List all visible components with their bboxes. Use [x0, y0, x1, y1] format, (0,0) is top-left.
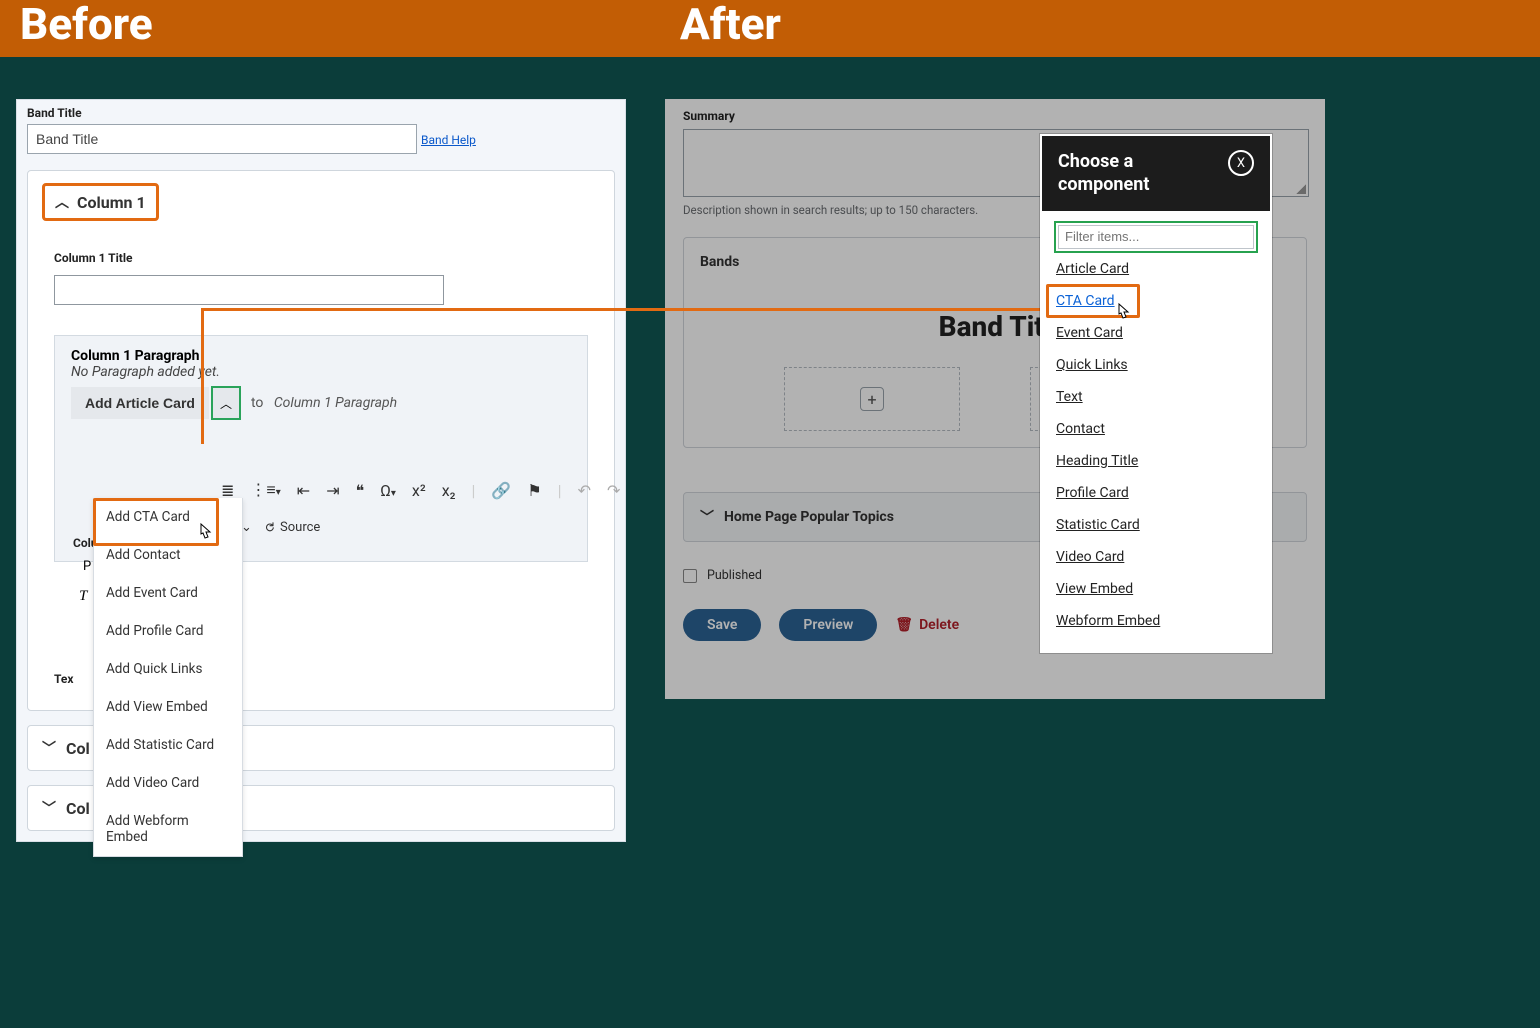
superscript-icon[interactable]: x²: [412, 481, 426, 500]
filter-input-highlight: [1054, 221, 1258, 253]
source-icon: ⟳: [262, 518, 280, 536]
band-help-link[interactable]: Band Help: [421, 133, 476, 147]
cursor-icon: [1113, 302, 1133, 328]
chevron-down-icon: ﹀: [42, 738, 56, 758]
p-partial: P: [83, 559, 91, 574]
modal-item-viewembed[interactable]: View Embed: [1054, 573, 1258, 605]
dropdown-item-quicklinks[interactable]: Add Quick Links: [94, 650, 242, 688]
before-panel: Band Title Band Help ︿ Column 1 Column 1…: [16, 99, 626, 842]
modal-item-video[interactable]: Video Card: [1054, 541, 1258, 573]
modal-item-cta[interactable]: CTA Card: [1054, 285, 1258, 317]
tex-partial-label: Tex: [54, 672, 73, 686]
modal-item-heading[interactable]: Heading Title: [1054, 445, 1258, 477]
filter-input[interactable]: [1058, 225, 1254, 249]
header-after-label: After: [680, 0, 781, 50]
modal-item-event[interactable]: Event Card: [1054, 317, 1258, 349]
add-article-card-button[interactable]: Add Article Card: [71, 387, 209, 419]
cursor-icon: [195, 522, 215, 549]
t-styled-partial: T: [79, 588, 87, 605]
redo-icon[interactable]: ↷: [607, 481, 620, 500]
omega-icon[interactable]: Ω▾: [380, 481, 396, 500]
modal-close-button[interactable]: X: [1228, 150, 1254, 176]
col-collapsed-label: Col: [66, 799, 90, 818]
c1-paragraph-empty: No Paragraph added yet.: [71, 364, 571, 380]
modal-title: Choose a component: [1058, 150, 1198, 197]
dropdown-item-contact[interactable]: Add Contact: [94, 536, 242, 574]
modal-item-profile[interactable]: Profile Card: [1054, 477, 1258, 509]
list-icon[interactable]: ≣: [221, 481, 234, 500]
chevron-up-icon: ︿: [220, 395, 232, 412]
dropdown-item-event[interactable]: Add Event Card: [94, 574, 242, 612]
modal-item-quicklinks[interactable]: Quick Links: [1054, 349, 1258, 381]
comparison-header: Before After: [0, 0, 1540, 57]
to-label: to: [251, 395, 263, 411]
col-collapsed-label: Col: [66, 739, 90, 758]
modal-header: Choose a component X: [1042, 136, 1270, 211]
column1-title-input[interactable]: [54, 275, 444, 305]
outdent-icon[interactable]: ⇤: [297, 481, 310, 500]
band-title-label: Band Title: [27, 106, 615, 120]
modal-item-article[interactable]: Article Card: [1054, 253, 1258, 285]
modal-item-webform[interactable]: Webform Embed: [1054, 605, 1258, 637]
subscript-icon[interactable]: x₂: [442, 481, 456, 500]
indent-icon[interactable]: ⇥: [326, 481, 339, 500]
close-icon: X: [1237, 156, 1245, 171]
chevron-up-icon: ︿: [55, 192, 69, 212]
chevron-down-icon: ﹀: [42, 798, 56, 818]
modal-item-contact[interactable]: Contact: [1054, 413, 1258, 445]
column1-collapse-toggle[interactable]: ︿ Column 1: [42, 183, 159, 221]
link-icon[interactable]: 🔗: [491, 481, 511, 500]
modal-item-statistic[interactable]: Statistic Card: [1054, 509, 1258, 541]
column1-header-label: Column 1: [77, 193, 146, 212]
source-button[interactable]: ⟳ Source: [266, 520, 320, 535]
editor-toolbar-partial: ≣ ⋮≡▾ ⇤ ⇥ ❝ Ω▾ x² x₂ | 🔗 ⚑ | ↶ ↷: [71, 480, 571, 500]
dropdown-item-webform[interactable]: Add Webform Embed: [94, 802, 242, 856]
flag-icon[interactable]: ⚑: [527, 481, 541, 500]
header-before-label: Before: [20, 0, 153, 50]
column1-title-label: Column 1 Title: [54, 251, 588, 265]
c1-paragraph-title: Column 1 Paragraph: [71, 348, 571, 364]
dropdown-item-statistic[interactable]: Add Statistic Card: [94, 726, 242, 764]
dropdown-item-cta[interactable]: Add CTA Card: [94, 498, 242, 536]
band-title-input[interactable]: [27, 124, 417, 154]
add-card-dropdown-toggle[interactable]: ︿: [211, 386, 241, 420]
add-card-dropdown: Add CTA Card Add Contact Add Event Card …: [93, 498, 243, 857]
to-target: Column 1 Paragraph: [274, 395, 397, 411]
quote-icon[interactable]: ❝: [356, 481, 365, 500]
dropdown-item-viewembed[interactable]: Add View Embed: [94, 688, 242, 726]
choose-component-modal: Choose a component X Article Card CTA Ca…: [1040, 134, 1272, 653]
dropdown-item-profile[interactable]: Add Profile Card: [94, 612, 242, 650]
dropdown-item-video[interactable]: Add Video Card: [94, 764, 242, 802]
undo-icon[interactable]: ↶: [578, 481, 591, 500]
numbered-list-icon[interactable]: ⋮≡▾: [250, 480, 280, 500]
modal-item-text[interactable]: Text: [1054, 381, 1258, 413]
